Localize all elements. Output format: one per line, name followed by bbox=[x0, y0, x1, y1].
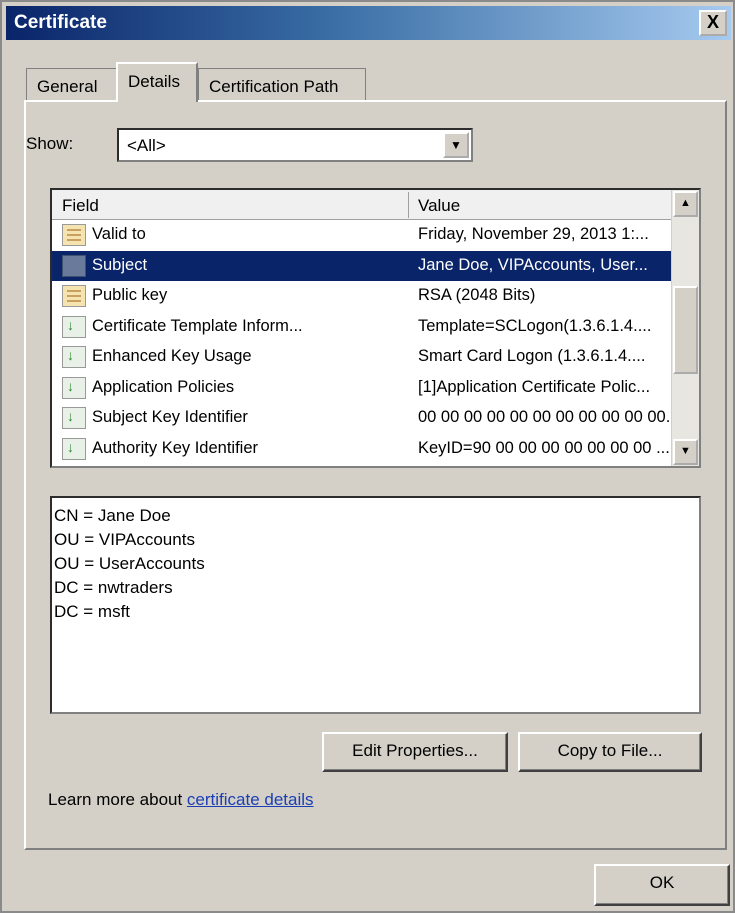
list-row[interactable]: Subject Key Identifier 00 00 00 00 00 00… bbox=[52, 403, 679, 434]
edit-properties-button[interactable]: Edit Properties... bbox=[322, 732, 508, 772]
scroll-up-icon[interactable]: ▲ bbox=[673, 191, 698, 217]
field-list[interactable]: Field Value Valid to Friday, November 29… bbox=[50, 188, 701, 468]
tab-details[interactable]: Details bbox=[116, 62, 198, 102]
list-scrollbar[interactable]: ▲ ▼ bbox=[671, 190, 699, 466]
learn-more-text: Learn more about certificate details bbox=[48, 790, 314, 810]
list-row[interactable]: Public key RSA (2048 Bits) bbox=[52, 281, 672, 312]
row-field: Application Policies bbox=[92, 377, 235, 396]
column-header-field[interactable]: Field bbox=[62, 196, 99, 216]
show-dropdown[interactable]: <All> ▼ bbox=[117, 128, 473, 162]
row-value: Smart Card Logon (1.3.6.1.4.... bbox=[418, 347, 646, 365]
extension-icon bbox=[62, 315, 86, 338]
row-field: Authority Key Identifier bbox=[92, 438, 258, 457]
row-field: Subject bbox=[92, 255, 148, 274]
row-field: Valid to bbox=[92, 225, 146, 243]
list-row[interactable]: Application Policies [1]Application Cert… bbox=[52, 373, 672, 404]
row-field: Subject Key Identifier bbox=[92, 408, 248, 426]
close-button[interactable]: X bbox=[699, 10, 727, 36]
detail-line: OU = UserAccounts bbox=[54, 554, 205, 573]
certificate-field-icon bbox=[62, 285, 86, 307]
detail-line: OU = VIPAccounts bbox=[54, 530, 195, 549]
show-label: Show: bbox=[26, 134, 74, 153]
tab-general[interactable]: General bbox=[26, 68, 118, 100]
title-bar[interactable]: Certificate X bbox=[6, 6, 731, 40]
certificate-field-icon bbox=[62, 254, 86, 277]
window-title: Certificate bbox=[14, 12, 107, 33]
row-value: Jane Doe, VIPAccounts, User... bbox=[418, 255, 648, 274]
show-dropdown-value: <All> bbox=[127, 136, 166, 155]
list-header: Field Value bbox=[52, 190, 672, 220]
detail-line: DC = nwtraders bbox=[54, 578, 173, 597]
row-value: Template=SCLogon(1.3.6.1.4.... bbox=[418, 316, 652, 335]
certificate-details-link[interactable]: certificate details bbox=[187, 790, 314, 809]
column-divider[interactable] bbox=[408, 192, 409, 218]
dropdown-arrow-icon[interactable]: ▼ bbox=[443, 132, 469, 158]
row-value: Friday, November 29, 2013 1:... bbox=[418, 225, 649, 243]
extension-icon bbox=[62, 407, 86, 429]
extension-icon bbox=[62, 346, 86, 368]
list-row[interactable]: Enhanced Key Usage Smart Card Logon (1.3… bbox=[52, 342, 672, 373]
row-value: 00 00 00 00 00 00 00 00 00 00 00... bbox=[418, 408, 680, 426]
copy-to-file-button[interactable]: Copy to File... bbox=[518, 732, 702, 772]
list-row[interactable]: Valid to Friday, November 29, 2013 1:... bbox=[52, 220, 672, 251]
extension-icon bbox=[62, 437, 86, 460]
detail-line: CN = Jane Doe bbox=[54, 506, 171, 525]
field-detail-box[interactable]: CN = Jane Doe OU = VIPAccounts OU = User… bbox=[50, 496, 701, 714]
scroll-down-icon[interactable]: ▼ bbox=[673, 439, 698, 465]
list-row[interactable]: Certificate Template Inform... Template=… bbox=[52, 312, 672, 343]
row-field: Enhanced Key Usage bbox=[92, 347, 252, 365]
list-row[interactable]: Authority Key Identifier KeyID=90 00 00 … bbox=[52, 434, 672, 465]
ok-button[interactable]: OK bbox=[594, 864, 730, 906]
certificate-dialog: Certificate X General Details Certificat… bbox=[0, 0, 735, 913]
row-field: Public key bbox=[92, 286, 168, 304]
detail-line: DC = msft bbox=[54, 602, 131, 621]
row-value: [1]Application Certificate Polic... bbox=[418, 377, 651, 396]
extension-icon bbox=[62, 376, 86, 399]
row-value: RSA (2048 Bits) bbox=[418, 286, 536, 304]
learn-more-prefix: Learn more about bbox=[48, 790, 187, 809]
list-row-selected[interactable]: Subject Jane Doe, VIPAccounts, User... bbox=[52, 250, 672, 281]
tab-certification-path[interactable]: Certification Path bbox=[198, 68, 366, 100]
certificate-field-icon bbox=[62, 224, 86, 246]
row-value: KeyID=90 00 00 00 00 00 00 00 ... bbox=[418, 438, 670, 457]
list-rows: Valid to Friday, November 29, 2013 1:...… bbox=[52, 220, 679, 465]
scroll-thumb[interactable] bbox=[673, 286, 698, 374]
row-field: Certificate Template Inform... bbox=[92, 316, 303, 335]
column-header-value[interactable]: Value bbox=[418, 196, 460, 216]
